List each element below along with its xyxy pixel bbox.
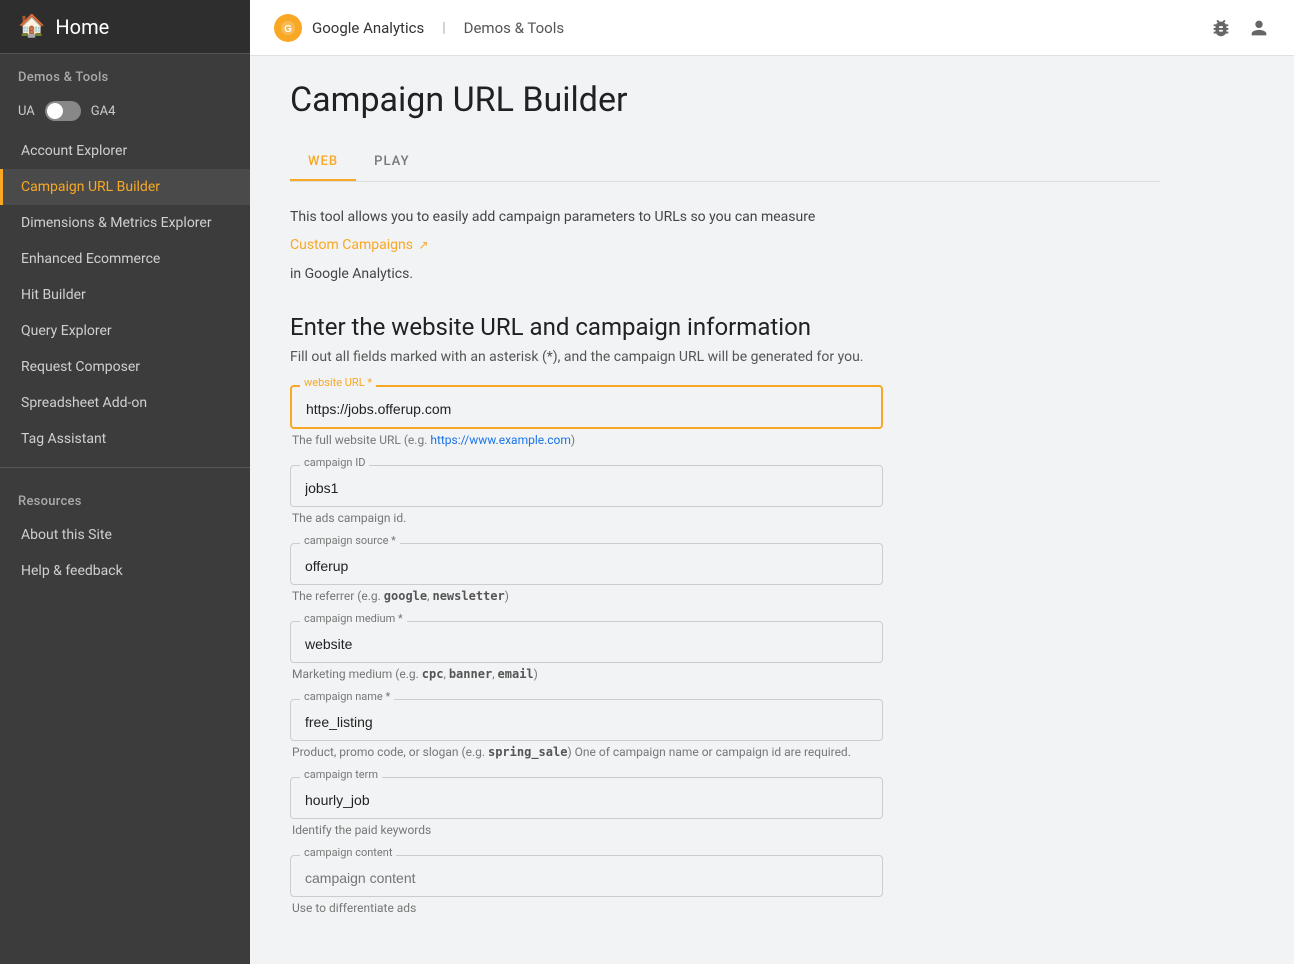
tabs-bar: WEB PLAY [290, 144, 1160, 182]
home-icon: 🏠 [18, 14, 45, 39]
sidebar-item-account-explorer[interactable]: Account Explorer [0, 133, 250, 169]
field-group-campaign-source: campaign source * The referrer (e.g. goo… [290, 543, 1160, 603]
sidebar: 🏠 Home Demos & Tools UA GA4 Account Expl… [0, 0, 250, 964]
sidebar-divider-1 [0, 467, 250, 468]
sidebar-home[interactable]: 🏠 Home [0, 0, 250, 54]
field-group-campaign-content: campaign content Use to differentiate ad… [290, 855, 1160, 915]
sidebar-item-hit-builder[interactable]: Hit Builder [0, 277, 250, 313]
section-subheading: Fill out all fields marked with an aster… [290, 349, 1160, 365]
field-wrapper-campaign-content: campaign content [290, 855, 1160, 897]
sidebar-item-about-this-site[interactable]: About this Site [0, 517, 250, 553]
section-heading: Enter the website URL and campaign infor… [290, 313, 1160, 341]
description-line3: in Google Analytics. [290, 263, 1160, 285]
toggle-ua-label: UA [18, 104, 35, 119]
input-campaign-content[interactable] [290, 855, 883, 897]
svg-text:G: G [284, 24, 292, 35]
tab-web[interactable]: WEB [290, 144, 356, 181]
ua-ga4-toggle-row: UA GA4 [0, 93, 250, 133]
field-group-website-url: website URL * The full website URL (e.g.… [290, 385, 1160, 447]
toggle-knob [47, 103, 63, 119]
topbar-brand: G Google Analytics | Demos & Tools [274, 14, 564, 42]
description-line1: This tool allows you to easily add campa… [290, 206, 1160, 228]
input-campaign-id[interactable] [290, 465, 883, 507]
field-group-campaign-term: campaign term Identify the paid keywords [290, 777, 1160, 837]
field-group-campaign-name: campaign name * Product, promo code, or … [290, 699, 1160, 759]
sidebar-item-campaign-url-builder[interactable]: Campaign URL Builder [0, 169, 250, 205]
hint-campaign-id: The ads campaign id. [290, 511, 1160, 525]
description-line2: Custom Campaigns ↗ [290, 234, 1160, 256]
user-icon-button[interactable] [1248, 17, 1270, 39]
field-wrapper-campaign-source: campaign source * [290, 543, 1160, 585]
tab-play[interactable]: PLAY [356, 144, 427, 181]
ga-logo: G [274, 14, 302, 42]
sidebar-item-dimensions-metrics-explorer[interactable]: Dimensions & Metrics Explorer [0, 205, 250, 241]
sidebar-item-spreadsheet-add-on[interactable]: Spreadsheet Add-on [0, 385, 250, 421]
hint-campaign-name: Product, promo code, or slogan (e.g. spr… [290, 745, 1160, 759]
field-wrapper-website-url: website URL * [290, 385, 1160, 429]
hint-campaign-content: Use to differentiate ads [290, 901, 1160, 915]
resources-label: Resources [0, 478, 250, 517]
input-campaign-source[interactable] [290, 543, 883, 585]
main-content: G Google Analytics | Demos & Tools Campa… [250, 0, 1294, 964]
demos-tools-label: Demos & Tools [0, 54, 250, 93]
external-link-icon: ↗ [418, 238, 428, 252]
topbar-ga-label: Google Analytics [312, 19, 424, 37]
field-wrapper-campaign-term: campaign term [290, 777, 1160, 819]
toggle-ga4-label: GA4 [91, 104, 116, 119]
content-area: Campaign URL Builder WEB PLAY This tool … [250, 56, 1200, 964]
input-campaign-term[interactable] [290, 777, 883, 819]
field-wrapper-campaign-name: campaign name * [290, 699, 1160, 741]
sidebar-item-query-explorer[interactable]: Query Explorer [0, 313, 250, 349]
custom-campaigns-link[interactable]: Custom Campaigns ↗ [290, 237, 428, 253]
input-campaign-name[interactable] [290, 699, 883, 741]
hint-link-website-url[interactable]: https://www.example.com [430, 433, 571, 447]
field-wrapper-campaign-medium: campaign medium * [290, 621, 1160, 663]
page-title: Campaign URL Builder [290, 80, 1160, 120]
sidebar-item-enhanced-ecommerce[interactable]: Enhanced Ecommerce [0, 241, 250, 277]
input-website-url[interactable] [290, 385, 883, 429]
topbar-subtitle: Demos & Tools [464, 19, 564, 37]
ua-ga4-toggle[interactable] [45, 101, 81, 121]
field-wrapper-campaign-id: campaign ID [290, 465, 1160, 507]
bug-icon-button[interactable] [1210, 17, 1232, 39]
sidebar-home-label: Home [55, 15, 109, 39]
input-campaign-medium[interactable] [290, 621, 883, 663]
field-group-campaign-medium: campaign medium * Marketing medium (e.g.… [290, 621, 1160, 681]
sidebar-item-request-composer[interactable]: Request Composer [0, 349, 250, 385]
hint-campaign-term: Identify the paid keywords [290, 823, 1160, 837]
sidebar-item-help-feedback[interactable]: Help & feedback [0, 553, 250, 589]
field-group-campaign-id: campaign ID The ads campaign id. [290, 465, 1160, 525]
hint-website-url: The full website URL (e.g. https://www.e… [290, 433, 1160, 447]
hint-campaign-medium: Marketing medium (e.g. cpc, banner, emai… [290, 667, 1160, 681]
topbar-separator: | [442, 20, 445, 36]
topbar: G Google Analytics | Demos & Tools [250, 0, 1294, 56]
topbar-icons [1210, 17, 1270, 39]
hint-campaign-source: The referrer (e.g. google, newsletter) [290, 589, 1160, 603]
sidebar-item-tag-assistant[interactable]: Tag Assistant [0, 421, 250, 457]
